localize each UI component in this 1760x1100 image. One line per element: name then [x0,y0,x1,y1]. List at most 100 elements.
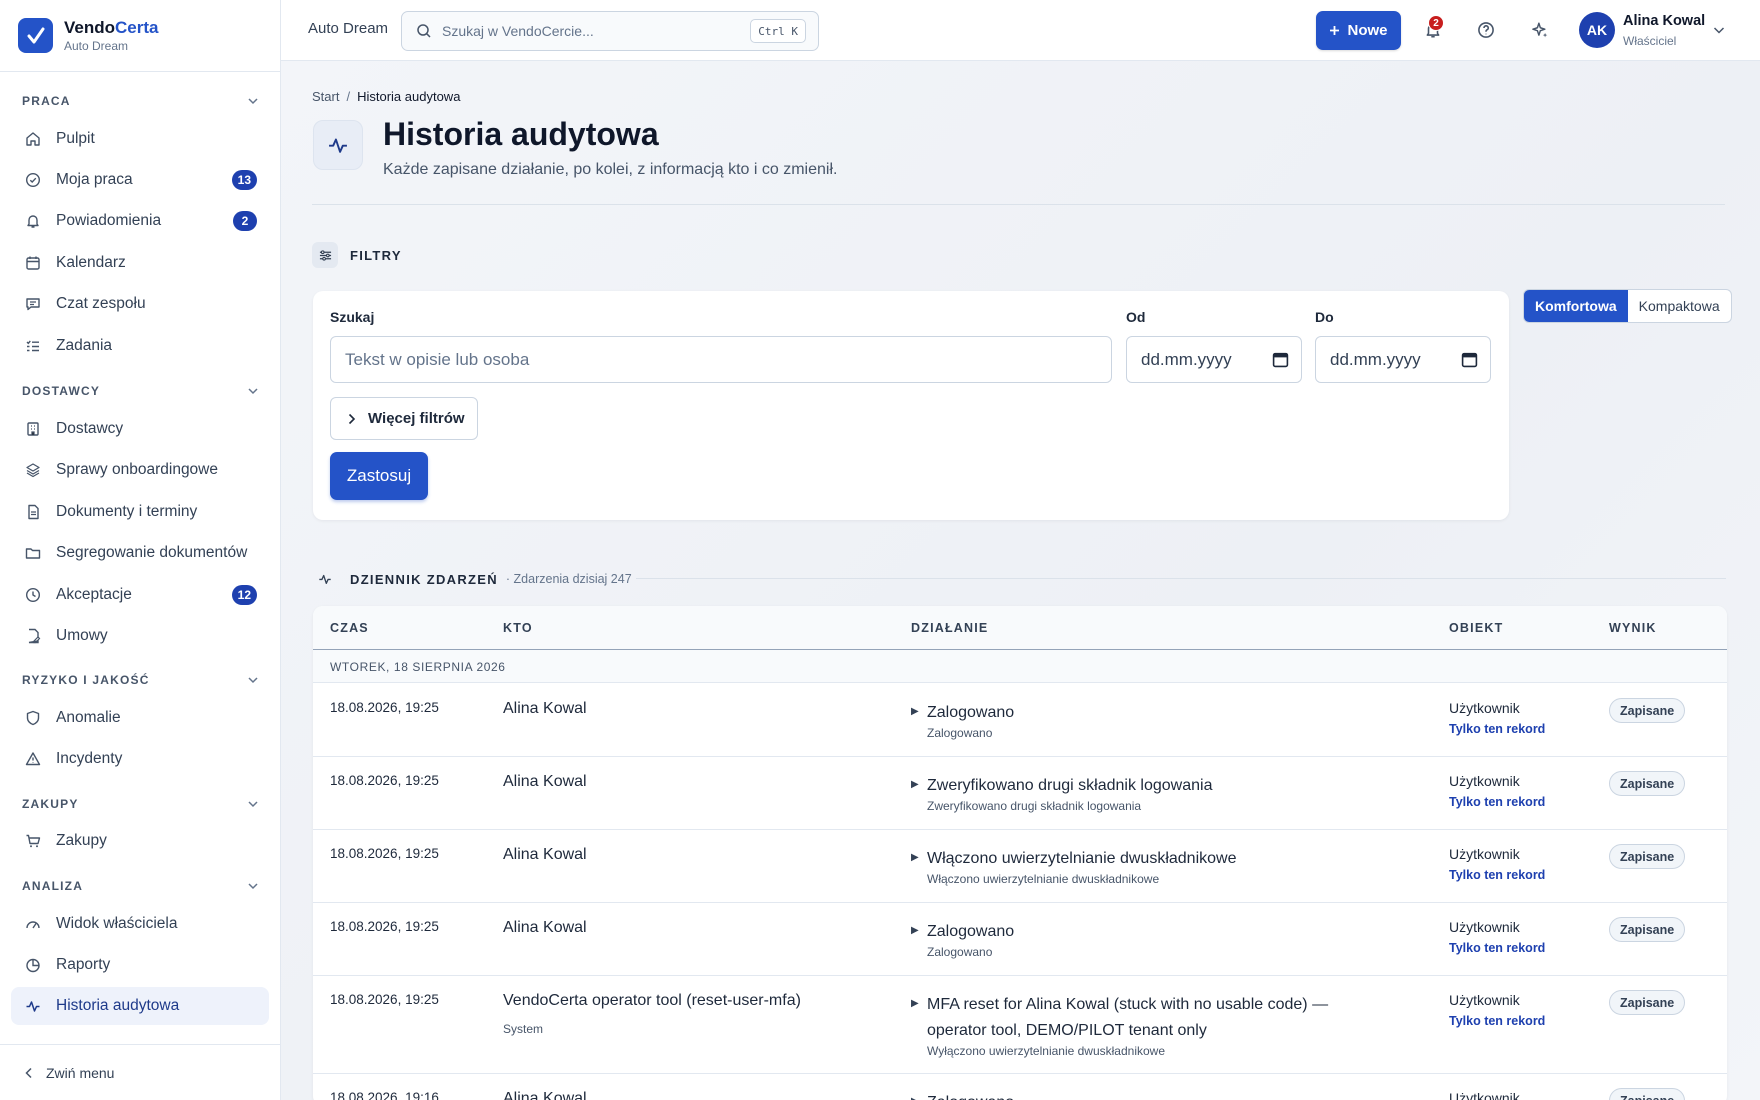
column-header[interactable]: DZIAŁANIE [911,621,988,635]
global-search-input[interactable]: Szukaj w VendoCercie... Ctrl K [401,11,819,51]
new-button[interactable]: Nowe [1316,11,1401,50]
sidebar-item-zakupy[interactable]: Zakupy [11,822,269,860]
chevron-left-icon [25,1067,32,1078]
sparkles-icon[interactable] [1530,20,1550,40]
collapse-menu-button[interactable]: Zwiń menu [0,1044,280,1100]
sidebar-item-czat-zespolu[interactable]: Czat zespołu [11,285,269,323]
sidebar-item-label: Kalendarz [56,254,126,271]
who-cell: Alina Kowal [503,919,587,936]
date-group-row: WTOREK, 18 SIERPNIA 2026 [313,650,1727,683]
search-label: Szukaj [330,309,375,325]
section-praca[interactable]: PRACA [22,91,258,111]
sidebar-item-incydenty[interactable]: Incydenty [11,740,269,778]
density-comfortable[interactable]: Komfortowa [1524,290,1628,322]
table-row[interactable]: 18.08.2026, 19:25 Alina Kowal ▶ Zalogowa… [313,684,1727,757]
action-subtext: Zweryfikowano drugi składnik logowania [927,799,1142,813]
filter-search-input[interactable]: Tekst w opisie lub osoba [330,336,1112,383]
column-header[interactable]: WYNIK [1609,621,1657,635]
sidebar-item-moja-praca[interactable]: Moja praca 13 [11,161,269,199]
action-text: MFA reset for Alina Kowal (stuck with no… [927,996,1329,1039]
apply-button[interactable]: Zastosuj [330,452,428,500]
column-header[interactable]: OBIEKT [1449,621,1503,635]
chevron-right-icon [348,413,356,424]
expand-triangle-icon[interactable]: ▶ [911,998,919,1009]
more-filters-button[interactable]: Więcej filtrów [330,397,478,440]
to-label: Do [1315,309,1334,325]
log-section-label: DZIENNIK ZDARZEŃ · Zdarzenia dzisiaj 247 [312,566,632,592]
only-this-record-link[interactable]: Tylko ten rekord [1449,795,1545,809]
calendar-icon[interactable] [1272,351,1289,368]
sidebar: VendoCerta Auto Dream PRACA Pulpit Moja … [0,0,281,1100]
sidebar-item-label: Zadania [56,337,113,354]
section-zakupy[interactable]: ZAKUPY [22,794,258,814]
action-cell[interactable]: ▶ Zalogowano [911,1093,1331,1100]
sidebar-item-anomalie[interactable]: Anomalie [11,699,269,737]
user-name[interactable]: Alina Kowal [1623,13,1705,29]
action-cell[interactable]: ▶ Włączono uwierzytelnianie dwuskładniko… [911,849,1331,886]
sliders-icon [312,242,338,268]
sidebar-item-label: Anomalie [56,709,121,726]
from-label: Od [1126,309,1146,325]
action-cell[interactable]: ▶ Zweryfikowano drugi składnik logowania… [911,776,1331,813]
section-analiza[interactable]: ANALIZA [22,876,258,896]
date-to-input[interactable]: dd.mm.yyyy [1315,336,1491,383]
sidebar-item-kalendarz[interactable]: Kalendarz [11,244,269,282]
sidebar-item-label: Moja praca [56,171,133,188]
expand-triangle-icon[interactable]: ▶ [911,779,919,790]
sidebar-item-powiadomienia[interactable]: Powiadomienia 2 [11,202,269,240]
column-header[interactable]: KTO [503,621,533,635]
table-row[interactable]: 18.08.2026, 19:25 Alina Kowal ▶ Włączono… [313,830,1727,903]
sidebar-item-segregowanie-dokumentow[interactable]: Segregowanie dokumentów [11,534,269,572]
help-icon[interactable] [1476,20,1496,40]
sidebar-item-label: Widok właściciela [56,915,178,932]
sidebar-item-umowy[interactable]: Umowy [11,617,269,655]
sidebar-item-raporty[interactable]: Raporty [11,946,269,984]
density-compact[interactable]: Kompaktowa [1628,290,1731,322]
sidebar-item-dostawcy[interactable]: Dostawcy [11,410,269,448]
brand-company: Auto Dream [64,39,129,53]
action-cell[interactable]: ▶ MFA reset for Alina Kowal (stuck with … [911,995,1331,1058]
sidebar-item-dokumenty-i-terminy[interactable]: Dokumenty i terminy [11,493,269,531]
chevron-down-icon[interactable] [1713,25,1725,35]
sidebar-item-pulpit[interactable]: Pulpit [11,120,269,158]
only-this-record-link[interactable]: Tylko ten rekord [1449,1014,1545,1028]
date-from-input[interactable]: dd.mm.yyyy [1126,336,1302,383]
table-row[interactable]: 18.08.2026, 19:25 VendoCerta operator to… [313,976,1727,1074]
action-cell[interactable]: ▶ Zalogowano Zalogowano [911,703,1331,740]
only-this-record-link[interactable]: Tylko ten rekord [1449,941,1545,955]
sidebar-item-widok-wlasciciela[interactable]: Widok właściciela [11,905,269,943]
expand-triangle-icon[interactable]: ▶ [911,852,919,863]
avatar[interactable]: AK [1579,12,1615,48]
cart-icon [25,833,41,849]
sidebar-item-akceptacje[interactable]: Akceptacje 12 [11,576,269,614]
sidebar-item-zadania[interactable]: Zadania [11,327,269,365]
count-badge: 2 [233,211,257,231]
main-content: Start / Historia audytowa Historia audytow… [281,61,1760,1100]
brand[interactable]: VendoCerta Auto Dream [0,0,280,72]
section-dostawcy[interactable]: DOSTAWCY [22,381,258,401]
column-header[interactable]: CZAS [330,621,369,635]
breadcrumb-start[interactable]: Start [312,89,339,104]
calendar-icon[interactable] [1461,351,1478,368]
section-ryzyko-i-jakosc[interactable]: RYZYKO I JAKOŚĆ [22,670,258,690]
expand-triangle-icon[interactable]: ▶ [911,706,919,717]
only-this-record-link[interactable]: Tylko ten rekord [1449,868,1545,882]
only-this-record-link[interactable]: Tylko ten rekord [1449,722,1545,736]
table-row[interactable]: 18.08.2026, 19:25 Alina Kowal ▶ Zalogowa… [313,903,1727,976]
building-icon [25,421,41,437]
expand-triangle-icon[interactable]: ▶ [911,1096,919,1100]
table-row[interactable]: 18.08.2026, 19:16 Alina Kowal ▶ Zalogowa… [313,1074,1727,1100]
expand-triangle-icon[interactable]: ▶ [911,925,919,936]
sidebar-item-historia-audytowa[interactable]: Historia audytowa [11,987,269,1025]
result-badge: Zapisane [1609,1088,1686,1100]
sidebar-item-sprawy-onboardingowe[interactable]: Sprawy onboardingowe [11,451,269,489]
breadcrumb-current: Historia audytowa [357,89,461,104]
count-badge: 12 [231,585,257,605]
result-badge: Zapisane [1609,990,1686,1015]
action-cell[interactable]: ▶ Zalogowano Zalogowano [911,922,1331,959]
search-placeholder: Szukaj w VendoCercie... [442,23,594,39]
table-row[interactable]: 18.08.2026, 19:25 Alina Kowal ▶ Zweryfik… [313,757,1727,830]
search-icon [417,24,431,38]
sidebar-item-label: Dostawcy [56,420,124,437]
action-subtext: Zalogowano [927,726,993,740]
